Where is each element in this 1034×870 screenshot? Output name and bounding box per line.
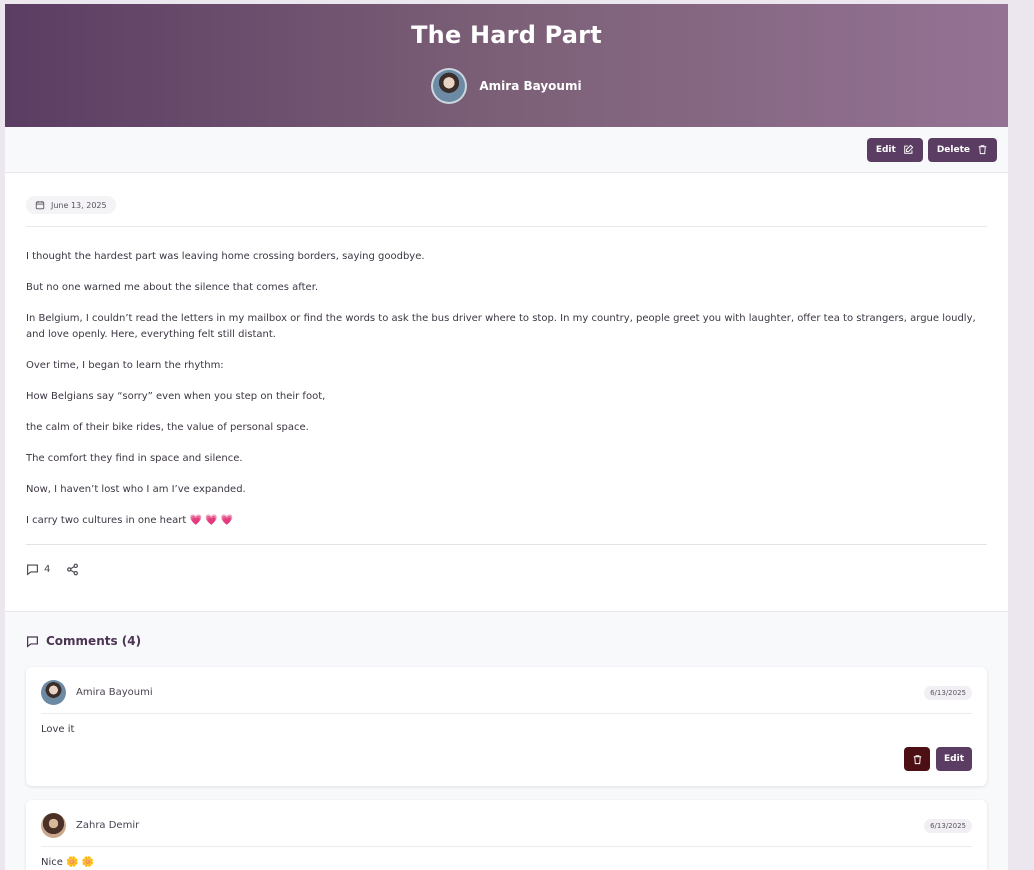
post-toolbar: Edit Delete — [5, 127, 1008, 173]
calendar-icon — [35, 200, 45, 210]
delete-label: Delete — [936, 144, 970, 155]
speech-bubble-icon — [27, 563, 38, 576]
comments-title: Comments (4) — [46, 634, 142, 648]
comment-card: Amira Bayoumi 6/13/2025 Love it Edit — [26, 667, 987, 786]
edit-label: Edit — [875, 144, 896, 155]
trash-icon — [913, 754, 921, 764]
share-button[interactable] — [66, 563, 79, 576]
edit-post-button[interactable]: Edit — [866, 137, 923, 162]
post-content: June 13, 2025 I thought the hardest part… — [5, 173, 1008, 594]
author-name[interactable]: Amira Bayoumi — [479, 79, 581, 93]
comment-header: Amira Bayoumi 6/13/2025 — [41, 680, 972, 714]
speech-bubble-icon — [27, 635, 38, 648]
comments-section: Comments (4) Amira Bayoumi 6/13/2025 Lov… — [5, 611, 1008, 870]
paragraph: Over time, I began to learn the rhythm: — [26, 359, 224, 371]
commenter-name[interactable]: Zahra Demir — [76, 820, 139, 831]
paragraph: How Belgians say “sorry” even when you s… — [26, 390, 326, 402]
comment-user[interactable]: Zahra Demir — [41, 813, 139, 838]
post-date: June 13, 2025 — [26, 196, 116, 214]
comment-user[interactable]: Amira Bayoumi — [41, 680, 153, 705]
comment-date: 6/13/2025 — [924, 818, 972, 833]
post-card: The Hard Part Amira Bayoumi Edit Delete … — [5, 4, 1008, 870]
paragraph: The comfort they find in space and silen… — [26, 452, 243, 464]
paragraph: Now, I haven’t lost who I am I’ve expand… — [26, 483, 246, 495]
author-avatar[interactable] — [431, 68, 468, 104]
commenter-name[interactable]: Amira Bayoumi — [76, 687, 153, 698]
post-body: I thought the hardest part was leaving h… — [26, 227, 987, 528]
paragraph: I thought the hardest part was leaving h… — [26, 251, 425, 262]
paragraph: In Belgium, I couldn’t read the letters … — [26, 313, 976, 340]
edit-comment-button[interactable]: Edit — [936, 747, 972, 771]
post-author[interactable]: Amira Bayoumi — [5, 68, 1008, 104]
delete-post-button[interactable]: Delete — [927, 137, 997, 162]
comment-date: 6/13/2025 — [924, 685, 972, 700]
post-header: The Hard Part Amira Bayoumi — [5, 4, 1008, 127]
share-icon — [67, 563, 79, 575]
comment-count: 4 — [44, 563, 51, 575]
comment-header: Zahra Demir 6/13/2025 — [41, 813, 972, 847]
commenter-avatar[interactable] — [41, 813, 66, 838]
paragraph: I carry two cultures in one heart 💗 💗 💗 — [26, 514, 234, 526]
comment-actions: Edit — [41, 747, 972, 771]
delete-comment-button[interactable] — [904, 747, 931, 771]
pencil-square-icon — [904, 144, 914, 154]
comment-count-button[interactable]: 4 — [26, 563, 50, 576]
post-footer: 4 — [26, 543, 987, 594]
paragraph: But no one warned me about the silence t… — [26, 282, 319, 293]
paragraph: the calm of their bike rides, the value … — [26, 421, 309, 433]
commenter-avatar[interactable] — [41, 680, 66, 705]
comments-heading: Comments (4) — [26, 634, 987, 648]
post-date-text: June 13, 2025 — [51, 200, 107, 210]
post-title: The Hard Part — [411, 21, 602, 49]
comment-card: Zahra Demir 6/13/2025 Nice 🌼 🌼 — [26, 800, 987, 870]
comment-text: Love it — [41, 724, 75, 735]
trash-icon — [978, 145, 987, 155]
comment-text: Nice 🌼 🌼 — [41, 857, 95, 868]
